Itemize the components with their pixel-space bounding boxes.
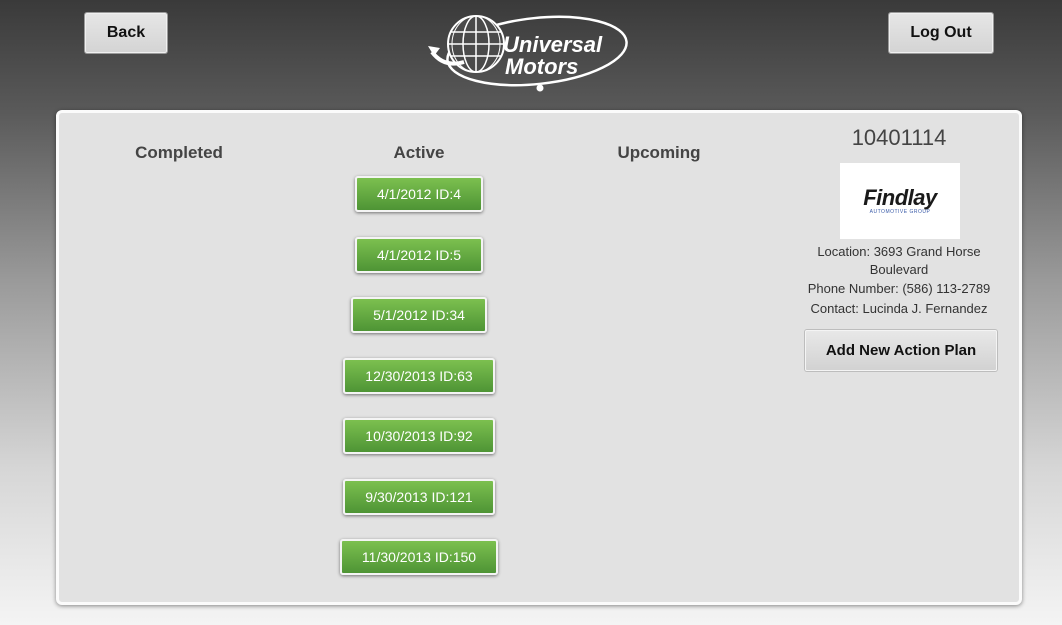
action-plans-panel: Completed Active Upcoming 4/1/2012 ID:4 …: [56, 110, 1022, 605]
completed-column-heading: Completed: [135, 143, 223, 162]
dealer-logo-name: Findlay: [863, 185, 937, 210]
active-plan-button[interactable]: 11/30/2013 ID:150: [339, 539, 499, 575]
dealer-contact: Contact: Lucinda J. Fernandez: [810, 301, 988, 316]
logo-text-motors: Motors: [505, 54, 579, 79]
active-plan-button[interactable]: 5/1/2012 ID:34: [351, 297, 487, 333]
active-plan-button[interactable]: 10/30/2013 ID:92: [343, 418, 495, 454]
add-action-plan-button[interactable]: Add New Action Plan: [805, 330, 997, 371]
customer-id: 10401114: [851, 125, 947, 150]
active-plan-button[interactable]: 12/30/2013 ID:63: [343, 357, 495, 394]
logout-button[interactable]: Log Out: [889, 13, 993, 53]
active-plan-button[interactable]: 9/30/2013 ID:121: [343, 478, 495, 515]
dealer-logo-subtitle: AUTOMOTIVE GROUP: [869, 209, 931, 215]
universal-motors-logo: Universal Motors: [424, 8, 634, 96]
dealer-logo: Findlay AUTOMOTIVE GROUP: [840, 163, 960, 239]
active-column-heading: Active: [393, 143, 445, 162]
upcoming-column-heading: Upcoming: [617, 143, 701, 162]
dealer-location: Location: 3693 Grand Horse Boulevard: [817, 244, 981, 277]
active-plans-list: 4/1/2012 ID:4 4/1/2012 ID:5 5/1/2012 ID:…: [319, 176, 519, 600]
active-plan-button[interactable]: 4/1/2012 ID:5: [354, 236, 484, 273]
active-plan-button[interactable]: 4/1/2012 ID:4: [354, 176, 484, 212]
dealer-phone: Phone Number: (586) 113-2789: [807, 281, 991, 296]
back-button[interactable]: Back: [85, 13, 167, 53]
